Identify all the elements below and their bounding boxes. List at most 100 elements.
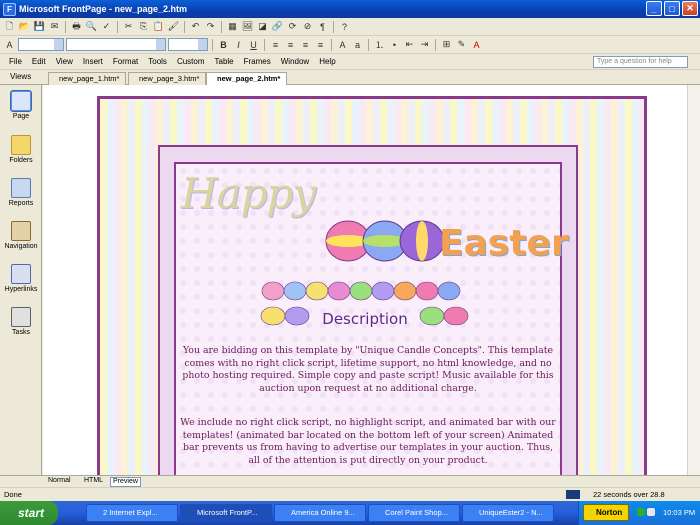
redo-icon[interactable]: ↷	[204, 20, 217, 33]
align-center-icon[interactable]: ≡	[284, 38, 297, 51]
drawing-icon[interactable]: ◪	[256, 20, 269, 33]
menu-tools[interactable]: Tools	[143, 57, 172, 66]
page-icon	[10, 90, 32, 112]
status-text: Done	[4, 490, 22, 499]
stop-icon[interactable]: ⊘	[301, 20, 314, 33]
show-all-icon[interactable]: ¶	[316, 20, 329, 33]
font-select[interactable]	[66, 38, 166, 51]
tray-volume-icon[interactable]	[647, 508, 655, 516]
new-page-icon[interactable]: 🗋	[3, 20, 16, 33]
numbering-icon[interactable]: ⒈	[373, 38, 386, 51]
easter-title-graphic: Easter	[439, 223, 569, 264]
format-painter-icon[interactable]: 🖌	[167, 20, 180, 33]
increase-indent-icon[interactable]: ⇥	[418, 38, 431, 51]
start-label: start	[18, 506, 45, 520]
task-frontpage[interactable]: Microsoft FrontP...	[180, 504, 272, 522]
page-editor[interactable]: Happy Easter Description You are bidding	[43, 85, 687, 475]
increase-font-icon[interactable]: A	[336, 38, 349, 51]
view-page[interactable]: Page	[2, 90, 40, 120]
border-icon[interactable]: ⊞	[440, 38, 453, 51]
insert-table-icon[interactable]: ▦	[226, 20, 239, 33]
font-color-icon[interactable]: A	[470, 38, 483, 51]
help-icon[interactable]: ?	[338, 20, 351, 33]
insert-picture-icon[interactable]: 🖼	[241, 20, 254, 33]
vertical-scrollbar[interactable]	[687, 85, 700, 475]
font-size-select[interactable]	[168, 38, 208, 51]
menu-view[interactable]: View	[51, 57, 78, 66]
hyperlink-icon[interactable]: 🔗	[271, 20, 284, 33]
paste-icon[interactable]: 📋	[152, 20, 165, 33]
print-icon[interactable]: 🖶	[70, 20, 83, 33]
preview-view-tab[interactable]: Preview	[110, 477, 141, 487]
menu-table[interactable]: Table	[210, 57, 239, 66]
standard-toolbar: 🗋 📂 💾 ✉ 🖶 🔍 ✓ ✂ ⎘ 📋 🖌 ↶ ↷ ▦ 🖼 ◪ 🔗 ⟳ ⊘ ¶ …	[0, 18, 700, 36]
help-search-input[interactable]: Type a question for help	[593, 56, 688, 68]
download-time-icon	[566, 490, 580, 499]
decrease-font-icon[interactable]: a	[351, 38, 364, 51]
normal-view-tab[interactable]: Normal	[46, 477, 73, 487]
view-folders[interactable]: Folders	[2, 135, 40, 164]
menu-file[interactable]: File	[4, 57, 27, 66]
close-button[interactable]: ✕	[682, 1, 698, 16]
highlight-icon[interactable]: ✎	[455, 38, 468, 51]
spelling-icon[interactable]: ✓	[100, 20, 113, 33]
html-view-tab[interactable]: HTML	[82, 477, 105, 487]
tab-new-page-1[interactable]: new_page_1.htm*	[48, 72, 127, 85]
decrease-indent-icon[interactable]: ⇤	[403, 38, 416, 51]
views-header: Views	[0, 70, 42, 85]
bold-icon[interactable]: B	[217, 38, 230, 51]
view-reports-label: Reports	[8, 200, 34, 207]
view-navigation[interactable]: Navigation	[2, 221, 40, 250]
menu-help[interactable]: Help	[314, 57, 340, 66]
view-hyperlinks-label: Hyperlinks	[4, 286, 38, 293]
view-mode-tabs: Normal HTML Preview	[0, 475, 700, 487]
start-button[interactable]: start	[0, 501, 58, 525]
maximize-button[interactable]: □	[664, 1, 680, 16]
cut-icon[interactable]: ✂	[122, 20, 135, 33]
view-tasks-label: Tasks	[12, 329, 30, 336]
title-bar: F Microsoft FrontPage - new_page_2.htm _…	[0, 0, 700, 18]
tray-network-icon[interactable]	[637, 508, 645, 516]
copy-icon[interactable]: ⎘	[137, 20, 150, 33]
menu-format[interactable]: Format	[108, 57, 143, 66]
norton-button[interactable]: Norton	[583, 504, 629, 521]
egg-row-divider	[261, 281, 461, 301]
save-icon[interactable]: 💾	[33, 20, 46, 33]
clock: 10:03 PM	[663, 508, 696, 517]
undo-icon[interactable]: ↶	[189, 20, 202, 33]
menu-bar: File Edit View Insert Format Tools Custo…	[0, 54, 700, 70]
menu-frames[interactable]: Frames	[239, 57, 276, 66]
style-select[interactable]	[18, 38, 64, 51]
description-paragraph-1: You are bidding on this template by "Uni…	[182, 345, 554, 395]
taskbar: start 2 Internet Expl... Microsoft Front…	[0, 501, 700, 525]
print-preview-icon[interactable]: 🔍	[85, 20, 98, 33]
menu-custom[interactable]: Custom	[172, 57, 210, 66]
menu-edit[interactable]: Edit	[27, 57, 51, 66]
tasks-icon	[11, 307, 31, 327]
tab-new-page-2[interactable]: new_page_2.htm*	[206, 72, 288, 86]
menu-window[interactable]: Window	[276, 57, 314, 66]
view-tasks[interactable]: Tasks	[2, 307, 40, 336]
view-page-label: Page	[12, 113, 30, 120]
open-folder-icon[interactable]: 📂	[18, 20, 31, 33]
status-bar: Done 22 seconds over 28.8	[0, 487, 700, 501]
task-paint-shop[interactable]: Corel Paint Shop...	[368, 504, 460, 522]
hyperlinks-icon	[11, 264, 31, 284]
email-icon[interactable]: ✉	[48, 20, 61, 33]
tab-new-page-3[interactable]: new_page_3.htm*	[128, 72, 207, 85]
task-unique-ester[interactable]: UniqueEster2 - N...	[462, 504, 554, 522]
view-reports[interactable]: Reports	[2, 178, 40, 207]
align-left-icon[interactable]: ≡	[269, 38, 282, 51]
italic-icon[interactable]: I	[232, 38, 245, 51]
refresh-icon[interactable]: ⟳	[286, 20, 299, 33]
minimize-button[interactable]: _	[646, 1, 662, 16]
view-hyperlinks[interactable]: Hyperlinks	[2, 264, 40, 293]
align-right-icon[interactable]: ≡	[299, 38, 312, 51]
task-aol[interactable]: America Online 9...	[274, 504, 366, 522]
menu-insert[interactable]: Insert	[78, 57, 108, 66]
folder-icon	[11, 135, 31, 155]
bullets-icon[interactable]: •	[388, 38, 401, 51]
underline-icon[interactable]: U	[247, 38, 260, 51]
justify-icon[interactable]: ≡	[314, 38, 327, 51]
task-internet-explorer[interactable]: 2 Internet Expl...	[86, 504, 178, 522]
